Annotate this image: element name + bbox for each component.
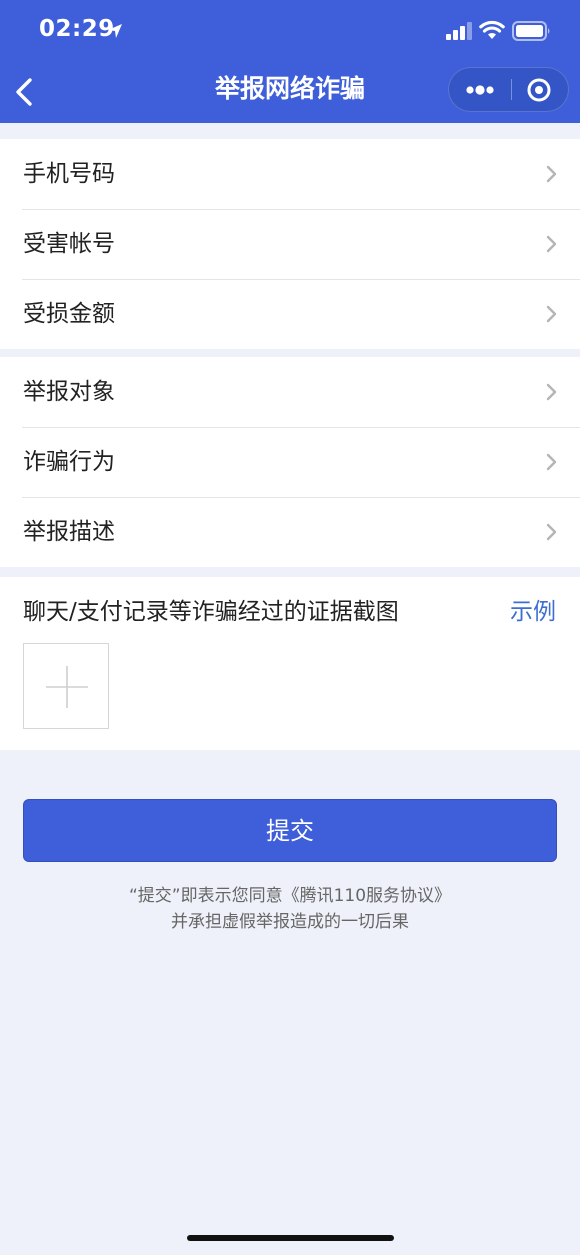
report-target-row[interactable]: 举报对象 [0, 357, 580, 427]
example-link[interactable]: 示例 [510, 596, 556, 628]
row-label: 举报对象 [23, 379, 115, 405]
report-description-row[interactable]: 举报描述 [0, 497, 580, 567]
chevron-right-icon [546, 523, 557, 541]
fraud-behavior-row[interactable]: 诈骗行为 [0, 427, 580, 497]
row-label: 诈骗行为 [23, 449, 115, 475]
more-button[interactable] [449, 68, 511, 111]
row-label: 手机号码 [23, 161, 115, 187]
back-button[interactable] [10, 74, 40, 110]
chevron-right-icon [546, 165, 557, 183]
chevron-right-icon [546, 383, 557, 401]
phone-number-row[interactable]: 手机号码 [0, 139, 580, 209]
row-label: 受害帐号 [23, 231, 115, 257]
location-arrow-icon [108, 24, 122, 38]
agreement-notice: “提交”即表示您同意《腾讯110服务协议》 并承担虚假举报造成的一切后果 [0, 883, 580, 935]
evidence-label: 聊天/支付记录等诈骗经过的证据截图 [23, 599, 399, 625]
evidence-section: 聊天/支付记录等诈骗经过的证据截图 示例 [0, 577, 580, 750]
loss-amount-row[interactable]: 受损金额 [0, 279, 580, 349]
page-title: 举报网络诈骗 [214, 74, 365, 103]
chevron-right-icon [546, 453, 557, 471]
agreement-prefix: “提交”即表示您同意 [128, 886, 283, 906]
cellular-signal-icon [446, 22, 472, 40]
close-mini-program-button[interactable] [512, 68, 568, 111]
service-agreement-link[interactable]: 《腾讯110服务协议》 [283, 886, 451, 906]
chevron-right-icon [546, 305, 557, 323]
agreement-line-2: 并承担虚假举报造成的一切后果 [171, 912, 409, 932]
battery-icon [512, 21, 550, 41]
report-details-group: 举报对象 诈骗行为 举报描述 [0, 357, 580, 567]
target-circle-icon [527, 78, 551, 102]
victim-account-row[interactable]: 受害帐号 [0, 209, 580, 279]
chevron-right-icon [546, 235, 557, 253]
more-dots-icon [466, 85, 494, 95]
wifi-icon [479, 20, 505, 39]
row-label: 举报描述 [23, 519, 115, 545]
top-bar: 02:29 举报网络诈骗 [0, 0, 580, 123]
status-time: 02:29 [39, 16, 115, 42]
personal-info-group: 手机号码 受害帐号 受损金额 [0, 139, 580, 349]
plus-icon [46, 666, 88, 708]
row-label: 受损金额 [23, 301, 115, 327]
home-indicator [187, 1235, 394, 1241]
upload-screenshot-button[interactable] [23, 643, 109, 729]
chevron-left-icon [16, 78, 32, 106]
mini-program-capsule [448, 67, 569, 112]
submit-button[interactable]: 提交 [23, 799, 557, 862]
agreement-line-1: “提交”即表示您同意《腾讯110服务协议》 [0, 883, 580, 909]
